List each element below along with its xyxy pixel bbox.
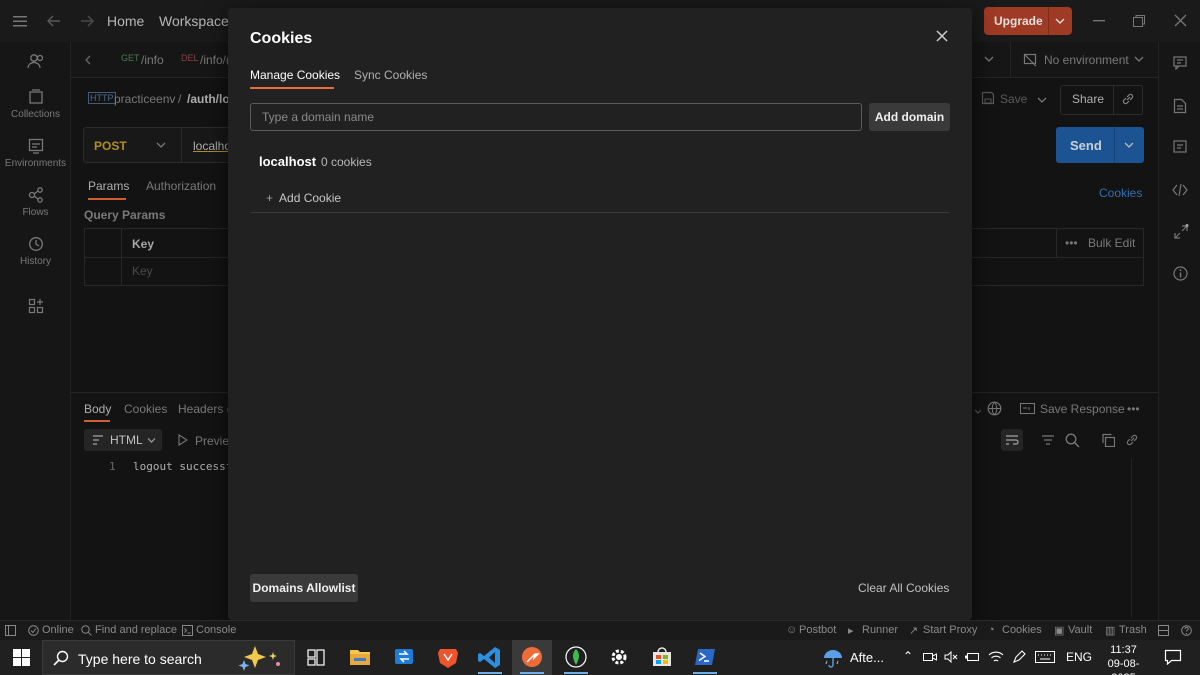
speaker-muted-icon[interactable] (944, 651, 958, 663)
trash-icon: ▥ (1105, 625, 1116, 637)
postman-icon[interactable] (512, 640, 552, 675)
add-cookie-label: Add Cookie (279, 191, 342, 205)
wifi-icon[interactable] (988, 650, 1004, 664)
clock[interactable]: 11:37 09-08-2025 (1096, 643, 1151, 675)
modal-title: Cookies (250, 30, 313, 47)
language-indicator[interactable]: ENG (1066, 650, 1092, 664)
console-button[interactable]: Console (196, 624, 236, 636)
tab-sync-cookies[interactable]: Sync Cookies (354, 68, 427, 82)
toggle-sidebar-icon[interactable] (5, 625, 16, 636)
keyboard-icon[interactable] (1035, 651, 1055, 663)
add-cookie-button[interactable]: + Add Cookie (266, 191, 341, 205)
weather-icon (822, 648, 844, 668)
cookie-count: 0 cookies (321, 155, 372, 169)
settings-gear-icon[interactable] (599, 640, 639, 675)
search-placeholder: Type here to search (78, 651, 202, 667)
add-domain-button[interactable]: Add domain (869, 103, 950, 131)
runner-icon: ▸ (848, 625, 854, 637)
vault-button[interactable]: Vault (1068, 624, 1092, 636)
windows-start-icon[interactable] (13, 649, 30, 666)
help-icon[interactable] (1181, 625, 1192, 636)
plus-icon: + (266, 191, 274, 205)
postbot-icon: ☺ (786, 624, 798, 636)
find-replace-button[interactable]: Find and replace (95, 624, 177, 636)
pen-icon[interactable] (1012, 650, 1026, 664)
tab-manage-cookies[interactable]: Manage Cookies (250, 68, 340, 82)
vscode-icon[interactable] (470, 640, 510, 675)
clock-time: 11:37 (1110, 644, 1137, 656)
powershell-icon[interactable] (685, 640, 725, 675)
windows-taskbar: Type here to search Afte... ⌃ ENG 11:37 … (0, 640, 1200, 675)
trash-button[interactable]: Trash (1119, 624, 1147, 636)
cookies-modal: Cookies Manage Cookies Sync Cookies Add … (228, 8, 972, 620)
clock-date: 09-08-2025 (1107, 658, 1140, 675)
cookie-icon: ◔ (988, 624, 995, 636)
clear-all-cookies-button[interactable]: Clear All Cookies (858, 581, 949, 595)
status-online[interactable]: Online (42, 624, 74, 636)
start-proxy-button[interactable]: Start Proxy (923, 624, 977, 636)
weather-text[interactable]: Afte... (850, 650, 884, 665)
search-icon (81, 625, 92, 636)
notifications-icon[interactable] (1164, 649, 1182, 665)
active-tab-underline (250, 87, 334, 89)
vault-icon: ▣ (1054, 625, 1065, 637)
mongodb-compass-icon[interactable] (556, 640, 596, 675)
domains-allowlist-button[interactable]: Domains Allowlist (250, 574, 358, 602)
online-icon (28, 625, 39, 636)
taskbar-search-box[interactable]: Type here to search (42, 640, 295, 675)
remote-desktop-icon[interactable] (384, 640, 424, 675)
status-bar: Online Find and replace Console ☺ Postbo… (0, 620, 1200, 640)
task-view-icon[interactable] (296, 640, 336, 675)
domain-input[interactable] (250, 103, 862, 131)
copilot-sparkle-icon (233, 644, 289, 672)
battery-icon (965, 651, 981, 663)
microsoft-store-icon[interactable] (642, 640, 682, 675)
console-icon (182, 625, 193, 636)
camera-icon (923, 651, 937, 663)
postbot-button[interactable]: Postbot (799, 624, 836, 636)
close-icon[interactable] (935, 29, 949, 43)
layout-icon[interactable] (1158, 625, 1169, 636)
proxy-icon: ↗ (909, 625, 919, 637)
file-explorer-icon[interactable] (340, 640, 380, 675)
divider (250, 212, 950, 213)
cookies-button[interactable]: Cookies (1002, 624, 1042, 636)
brave-browser-icon[interactable] (428, 640, 468, 675)
domain-name: localhost (259, 154, 317, 169)
search-icon (53, 650, 69, 666)
runner-button[interactable]: Runner (862, 624, 898, 636)
chevron-up-icon[interactable]: ⌃ (903, 649, 913, 663)
